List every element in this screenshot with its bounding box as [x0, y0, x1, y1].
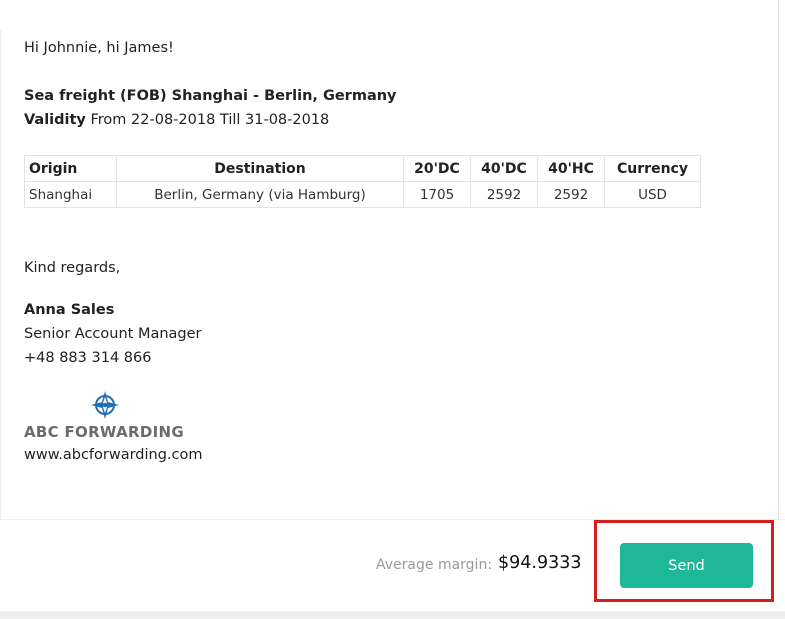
cell-destination: Berlin, Germany (via Hamburg): [116, 181, 404, 208]
footer-bar: Average margin: $94.9333 Send: [0, 519, 785, 612]
company-logo-text: ABC FORWARDING: [24, 423, 184, 441]
cell-20dc: 1705: [403, 181, 471, 208]
email-preview-page: Hi Johnnie, hi James! Sea freight (FOB) …: [0, 0, 785, 619]
signature-phone: +48 883 314 866: [24, 350, 152, 366]
signature-name: Anna Sales: [24, 302, 115, 318]
header-40dc: 40'DC: [470, 155, 538, 182]
header-origin: Origin: [24, 155, 117, 182]
header-20dc: 20'DC: [403, 155, 471, 182]
header-destination: Destination: [116, 155, 404, 182]
average-margin-value: $94.9333: [498, 553, 582, 573]
rates-table: Origin Destination 20'DC 40'DC 40'HC Cur…: [24, 155, 701, 208]
left-divider: [0, 30, 1, 520]
header-40hc: 40'HC: [537, 155, 605, 182]
compass-logo-icon: [91, 391, 119, 419]
validity-label: Validity: [24, 112, 86, 128]
header-currency: Currency: [604, 155, 701, 182]
rates-table-header: Origin Destination 20'DC 40'DC 40'HC Cur…: [24, 155, 701, 182]
right-divider: [778, 0, 779, 519]
route-title: Sea freight (FOB) Shanghai - Berlin, Ger…: [24, 88, 397, 104]
signature-title: Senior Account Manager: [24, 326, 202, 342]
send-button[interactable]: Send: [620, 543, 753, 588]
cell-currency: USD: [604, 181, 701, 208]
company-logo: ABC FORWARDING: [24, 390, 194, 441]
table-row: Shanghai Berlin, Germany (via Hamburg) 1…: [24, 181, 701, 208]
cell-40dc: 2592: [470, 181, 538, 208]
signature-website: www.abcforwarding.com: [24, 447, 203, 463]
closing-text: Kind regards,: [24, 260, 121, 276]
cell-origin: Shanghai: [24, 181, 117, 208]
cell-40hc: 2592: [537, 181, 605, 208]
average-margin-label: Average margin:: [376, 557, 493, 573]
email-greeting: Hi Johnnie, hi James!: [24, 40, 174, 56]
validity-line: Validity From 22-08-2018 Till 31-08-2018: [24, 108, 329, 132]
validity-dates: From 22-08-2018 Till 31-08-2018: [90, 112, 330, 128]
bottom-strip: [0, 611, 785, 619]
